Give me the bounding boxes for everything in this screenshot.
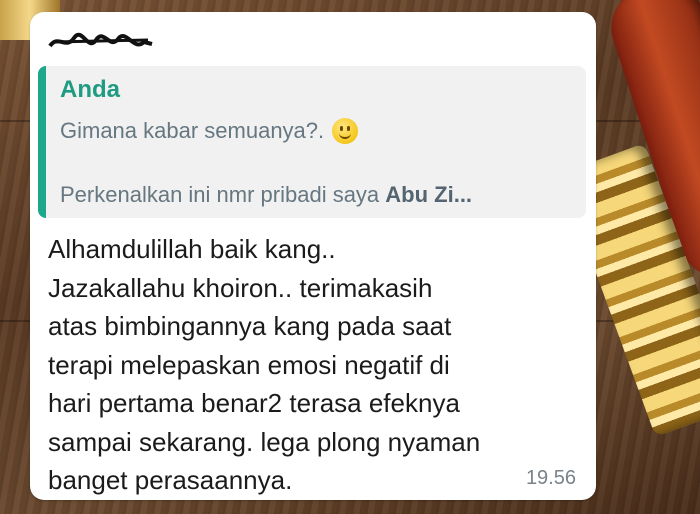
message-text: Alhamdulillah baik kang.. Jazakallahu kh…: [48, 230, 578, 500]
message-line: Alhamdulillah baik kang..: [48, 234, 336, 264]
sender-name-redacted: [48, 30, 158, 54]
quoted-message[interactable]: Anda Gimana kabar semuanya?. Perkenalkan…: [38, 66, 586, 218]
message-line: terapi melepaskan emosi negatif di: [48, 349, 450, 380]
redaction-scribble: [48, 32, 153, 48]
message-line: sampai sekarang. lega plong nyaman: [48, 426, 481, 457]
message-timestamp: 19.56: [525, 467, 576, 489]
message-bubble[interactable]: Anda Gimana kabar semuanya?. Perkenalkan…: [30, 12, 596, 500]
message-line: atas bimbingannya kang pada saat: [48, 311, 452, 341]
quote-author: Anda: [60, 76, 120, 103]
message-line: banget perasaannya.: [48, 465, 293, 495]
quote-text-line1: Gimana kabar semuanya?.: [60, 118, 359, 144]
message-line: hari pertama benar2 terasa efeknya: [48, 388, 460, 418]
message-line: Jazakallahu khoiron.. terimakasih: [48, 272, 433, 303]
quote-text-line2: Perkenalkan ini nmr pribadi saya Abu Zi.…: [60, 182, 473, 207]
smiling-face-icon: [332, 118, 359, 144]
quote-text: Gimana kabar semuanya?.: [60, 118, 325, 143]
quote-accent-bar: [38, 66, 46, 218]
